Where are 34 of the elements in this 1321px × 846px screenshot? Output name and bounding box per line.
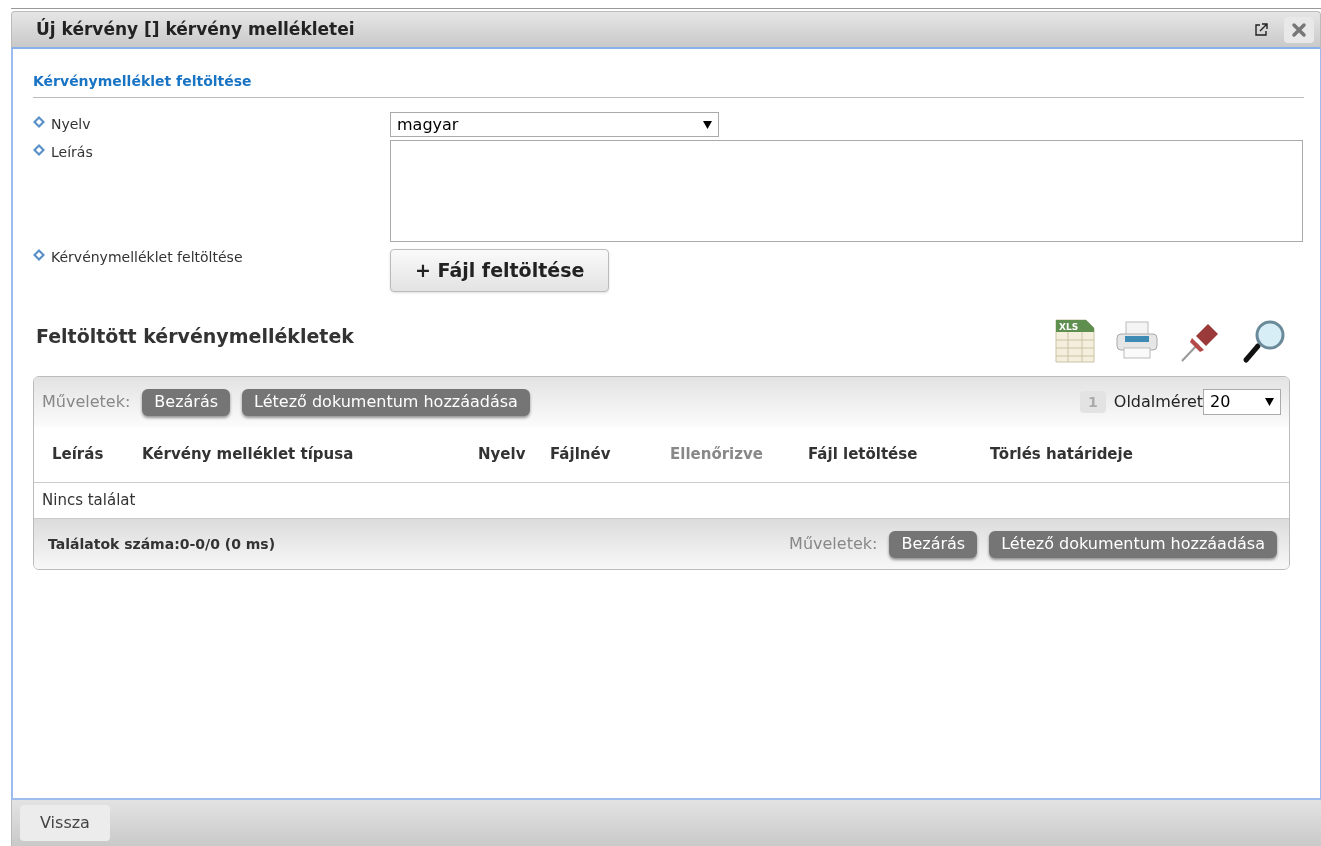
grid-title: Feltöltött kérvénymellékletek [36,323,354,349]
diamond-bullet-icon [33,144,45,156]
upload-button[interactable]: + Fájl feltöltése [390,249,610,292]
spreadsheet-icon[interactable]: XLS [1054,318,1096,364]
language-select[interactable]: magyar [390,112,719,137]
diamond-bullet-icon [33,249,45,261]
action-button[interactable]: Bezárás [142,388,231,416]
window-title: Új kérvény [] kérvény mellékletei [36,17,356,41]
action-button[interactable]: Bezárás [889,530,978,558]
caret-icon [703,120,712,129]
empty-message: Nincs találat [42,490,136,512]
close-icon [1291,21,1307,38]
caret-icon [1265,398,1274,406]
page-size-select[interactable]: 20 [1203,389,1281,415]
column-header[interactable]: Fájlnév [550,443,670,466]
result-count: Találatok száma:0-0/0 (0 ms) [48,534,277,554]
column-header[interactable]: Fájl letöltése [808,443,990,466]
diamond-bullet-icon [33,116,45,128]
page-size-label: Oldalméret [1113,391,1203,413]
field-label: Nyelv [51,116,91,132]
action-button[interactable]: Létező dokumentum hozzáadása [242,388,530,416]
column-header[interactable]: Kérvény melléklet típusa [142,443,478,466]
column-header[interactable]: Nyelv [478,443,550,466]
section-title: Kérvénymelléklet feltöltése [33,73,252,89]
column-header[interactable]: Leírás [52,443,142,466]
back-button[interactable]: Vissza [20,805,110,841]
actions-label: Műveletek: [42,391,131,413]
close-button[interactable] [1284,16,1314,43]
field-label: Leírás [51,144,93,160]
external-link-icon[interactable] [1254,22,1268,37]
column-header[interactable]: Törlés határideje [990,443,1170,466]
actions-label: Műveletek: [789,533,878,555]
field-label: Kérvénymelléklet feltöltése [51,249,243,265]
action-button[interactable]: Létező dokumentum hozzáadása [989,530,1277,558]
